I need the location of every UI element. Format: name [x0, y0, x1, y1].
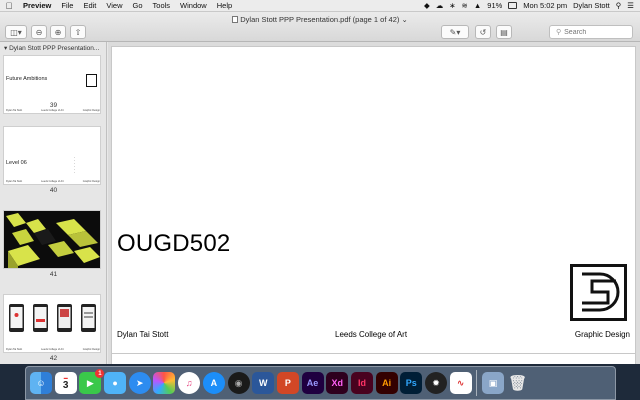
itunes-icon[interactable]: ♫ [178, 372, 201, 394]
safari-icon[interactable]: ➤ [128, 372, 151, 394]
finder-icon[interactable]: ☺ [30, 372, 52, 394]
indesign-icon[interactable]: Id [350, 372, 373, 394]
disclosure-triangle-icon[interactable]: ▾ [4, 45, 7, 52]
menu-app-preview[interactable]: Preview [18, 1, 56, 10]
title-chevron-icon[interactable]: ⌄ [399, 15, 407, 24]
bluetooth-icon[interactable]: ∗ [449, 1, 455, 10]
document-view[interactable]: OUGD502 Dylan Tai Stott Leeds College of… [108, 42, 640, 364]
sidebar-icon: ◫▾ [10, 27, 22, 37]
powerpoint-icon[interactable]: P [276, 372, 299, 394]
checker-render-image [4, 211, 100, 268]
calendar-icon[interactable]: ▬ 3 [54, 372, 77, 394]
search-input[interactable] [564, 28, 625, 36]
window-title: Dylan Stott PPP Presentation.pdf (page 1… [240, 15, 400, 24]
thumbnail-number: 42 [49, 355, 58, 362]
facetime-badge: 1 [95, 369, 105, 378]
markup-button[interactable]: ✎▾ [441, 25, 469, 39]
menu-window[interactable]: Window [175, 1, 212, 10]
window-title-wrap: Dylan Stott PPP Presentation.pdf (page 1… [0, 15, 640, 24]
ds-logo-icon [570, 264, 627, 321]
thumbnail-logo-icon [86, 74, 97, 87]
photos-icon[interactable] [153, 372, 176, 394]
markup-toolbar-button[interactable]: ▤ [496, 25, 512, 39]
cloud-icon[interactable]: ☁ [436, 1, 444, 10]
spotlight-icon[interactable]: ⚲ [616, 1, 622, 10]
rotate-button[interactable]: ↺ [475, 25, 491, 39]
apple-menu-icon[interactable]:  [0, 1, 18, 11]
footer-author: Dylan Tai Stott [117, 330, 169, 339]
pdf-page: OUGD502 Dylan Tai Stott Leeds College of… [111, 46, 636, 364]
zoom-out-icon: ⊖ [35, 27, 43, 37]
user-name[interactable]: Dylan Stott [573, 1, 610, 10]
thumbnail-page-40[interactable]: Level 06 • • • • • • Dylan Tai Stott Leeds Col… [3, 126, 101, 185]
zoom-in-icon: ⊕ [54, 27, 62, 37]
search-field[interactable]: ⚲ [549, 25, 633, 39]
preview-window: Dylan Stott PPP Presentation.pdf (page 1… [0, 12, 640, 364]
trash-icon[interactable]: 🗑 [507, 372, 529, 394]
volume-icon[interactable]: ▲ [474, 1, 481, 10]
dock: ☺ ▬ 3 ▶ 1 ● ➤ ♫ A ◉ W P Ae Xd Id Ai Ps ✹ ∿… [25, 366, 616, 400]
menu-tools[interactable]: Tools [148, 1, 176, 10]
thumbnail-page-42[interactable]: Dylan Tai Stott Leeds College of Art Graph… [3, 294, 101, 353]
status-area: ◆ ☁ ∗ ≋ ▲ 91% Mon 5:02 pm Dylan Stott ⚲ … [424, 1, 640, 10]
facetime-icon[interactable]: ▶ 1 [79, 369, 105, 394]
thumbnail-number: 41 [49, 271, 58, 278]
word-icon[interactable]: W [252, 372, 275, 394]
battery-percent: 91% [487, 1, 503, 10]
thumbnail-footer: Dylan Tai Stott Leeds College of Art Graph… [6, 109, 100, 112]
page-title: OUGD502 [117, 230, 231, 257]
share-button[interactable]: ⇧ [70, 25, 86, 39]
rotate-icon: ↺ [479, 27, 487, 37]
document-icon [232, 16, 239, 23]
thumbnail-sidebar: ▾ Dylan Stott PPP Presentation... Future… [0, 42, 107, 364]
thumbnail-footer: Dylan Tai Stott Leeds College of Art Graph… [6, 348, 100, 351]
pdf-next-page [111, 353, 636, 364]
calendar-day: 3 [62, 380, 69, 391]
thumbnail-footer: Dylan Tai Stott Leeds College of Art Graph… [6, 180, 100, 183]
illustrator-icon[interactable]: Ai [375, 372, 398, 394]
menu-go[interactable]: Go [128, 1, 148, 10]
clock[interactable]: Mon 5:02 pm [523, 1, 567, 10]
notification-center-icon[interactable]: ☰ [627, 1, 634, 10]
sidebar-header[interactable]: ▾ Dylan Stott PPP Presentation... [0, 42, 106, 53]
menu-view[interactable]: View [101, 1, 127, 10]
xd-icon[interactable]: Xd [326, 372, 349, 394]
preview-icon[interactable]: ▣ [482, 372, 505, 394]
thumbnail-page-41[interactable] [3, 210, 101, 269]
zoom-out-button[interactable]: ⊖ [31, 25, 47, 39]
footer-college: Leeds College of Art [335, 330, 408, 339]
toolbar: ◫▾ ⊖ ⊕ ⇧ ✎▾ ↺ ▤ ⚲ [0, 25, 640, 40]
title-bar: Dylan Stott PPP Presentation.pdf (page 1… [0, 12, 640, 42]
battery-icon[interactable] [508, 2, 518, 9]
after-effects-icon[interactable]: Ae [301, 372, 324, 394]
thumbnail-title: Future Ambitions [6, 76, 48, 82]
dropbox-icon[interactable]: ◆ [424, 1, 430, 10]
thumbnail-title: Level 06 [6, 160, 27, 166]
app-store-icon[interactable]: A [202, 372, 225, 394]
zoom-in-button[interactable]: ⊕ [50, 25, 66, 39]
share-icon: ⇧ [74, 27, 82, 37]
messages-icon[interactable]: ● [104, 372, 127, 394]
menu-edit[interactable]: Edit [78, 1, 101, 10]
thumbnail-number: 40 [49, 187, 58, 194]
menu-bar:  Preview File Edit View Go Tools Window… [0, 0, 640, 12]
thumbnail-number: 39 [49, 102, 58, 109]
sidebar-document-name: Dylan Stott PPP Presentation... [9, 45, 100, 52]
photoshop-icon[interactable]: Ps [400, 372, 423, 394]
sidebar-toggle-button[interactable]: ◫▾ [5, 25, 27, 39]
pen-icon: ✎▾ [449, 27, 461, 37]
phone-mockups-image [9, 304, 96, 332]
thumbnail-bullet-list: • • • • • • [74, 157, 75, 174]
search-icon: ⚲ [556, 29, 562, 36]
footer-course: Graphic Design [574, 330, 630, 339]
dock-separator [476, 370, 478, 396]
cinema4d-icon[interactable]: ◉ [227, 372, 250, 394]
toolbox-icon: ▤ [500, 27, 508, 37]
wps-icon[interactable]: ∿ [449, 372, 472, 394]
menu-file[interactable]: File [56, 1, 78, 10]
davinci-icon[interactable]: ✹ [425, 372, 447, 394]
menu-help[interactable]: Help [212, 1, 237, 10]
wifi-icon[interactable]: ≋ [462, 1, 468, 10]
